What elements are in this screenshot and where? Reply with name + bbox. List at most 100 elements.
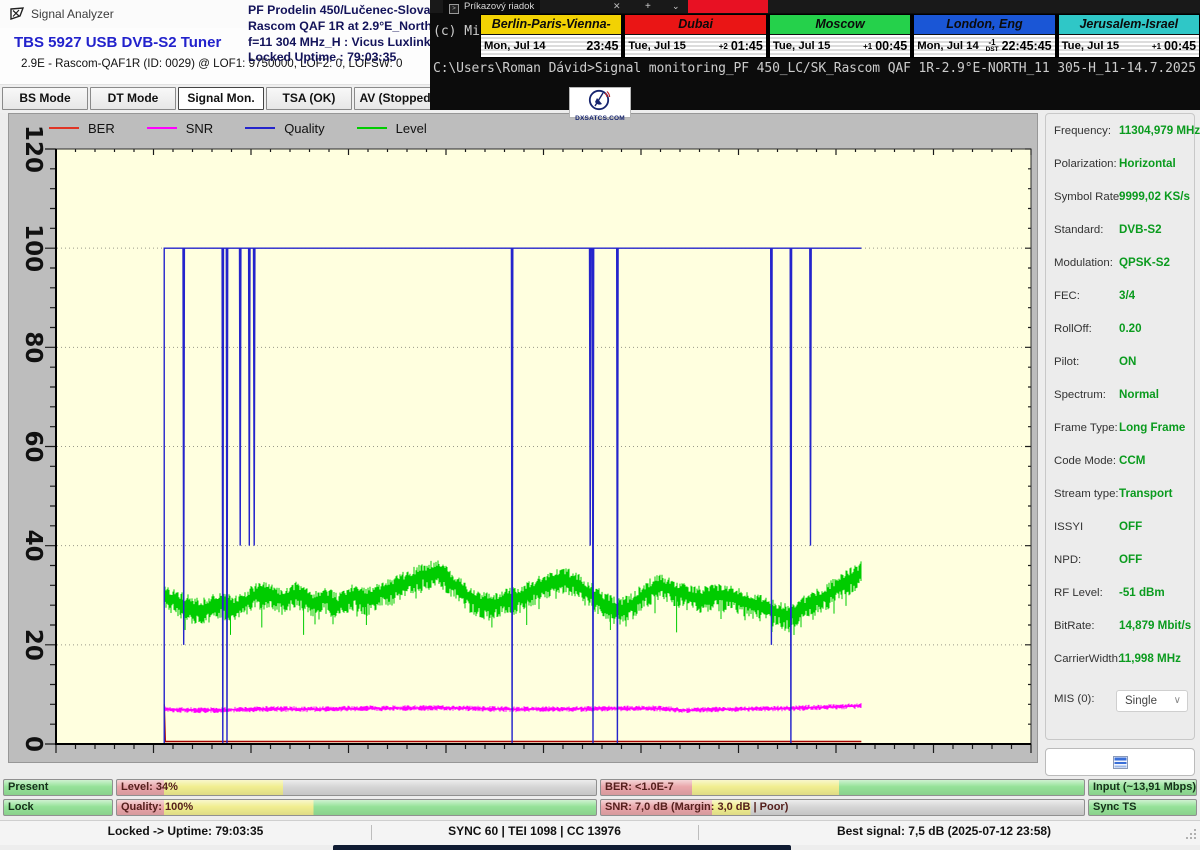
clock-city: Moscow bbox=[770, 15, 910, 35]
mis-dropdown[interactable]: Single∨ bbox=[1116, 690, 1188, 712]
clock-utc-offset: +1 bbox=[863, 43, 872, 50]
clock-city: Jerusalem-Israel bbox=[1059, 15, 1199, 35]
y-axis-tick-label: 40 bbox=[20, 530, 46, 562]
clock-time: 00:45 bbox=[1164, 39, 1196, 53]
terminal-tab[interactable]: > Príkazový riadok bbox=[443, 0, 540, 13]
clock-utc-offset: +1 bbox=[1152, 43, 1161, 50]
antenna-line: Locked Uptime : 79:03:35 bbox=[248, 50, 432, 66]
panel-value: -51 dBm bbox=[1119, 586, 1165, 599]
indicator-ber: BER: <1.0E-7 bbox=[600, 779, 1085, 796]
tab-close-icon[interactable]: ✕ bbox=[613, 0, 621, 13]
dxsatcs-logo: DXSATCS.COM bbox=[569, 87, 631, 118]
tuner-title: TBS 5927 USB DVB-S2 Tuner bbox=[14, 34, 221, 51]
mis-dropdown-value: Single bbox=[1125, 695, 1157, 707]
status-sync: SYNC 60 | TEI 1098 | CC 13976 bbox=[371, 824, 698, 838]
parameter-panel: Frequency:11304,979 MHzPolarization:Hori… bbox=[1045, 113, 1195, 740]
clock-berlin-paris-vienna-roma: Berlin-Paris-Vienna-RomaMon, Jul 1423:45 bbox=[480, 14, 622, 58]
clock-city: Berlin-Paris-Vienna-Roma bbox=[481, 15, 621, 35]
clock-london-eng: London, EngMon, Jul 14-1DST22:45:45 bbox=[913, 14, 1055, 58]
panel-label-standard: Standard: bbox=[1054, 224, 1103, 236]
y-axis-tick-label: 80 bbox=[20, 331, 46, 363]
panel-value: 9999,02 KS/s bbox=[1119, 190, 1190, 203]
clock-dubai: DubaiTue, Jul 15+201:45 bbox=[624, 14, 766, 58]
panel-label-mis-0: MIS (0): bbox=[1054, 693, 1095, 705]
mode-tabstrip: BS ModeDT ModeSignal Mon.TSA (OK)AV (Sto… bbox=[0, 84, 470, 113]
indicator-sync-ts: Sync TS bbox=[1088, 799, 1197, 816]
tab-dropdown-icon[interactable]: ⌄ bbox=[672, 0, 680, 13]
panel-label-carrierwidth: CarrierWidth: bbox=[1054, 653, 1121, 665]
antenna-line: f=11 304 MHz_H : Vicus Luxlink bbox=[248, 35, 432, 51]
stream-info-icon bbox=[1113, 756, 1128, 769]
indicator-bars: PresentLevel: 34%BER: <1.0E-7Input (~13,… bbox=[0, 779, 1200, 819]
panel-value: Horizontal bbox=[1119, 157, 1176, 170]
clock-moscow: MoscowTue, Jul 15+100:45 bbox=[769, 14, 911, 58]
panel-label-fec: FEC: bbox=[1054, 290, 1080, 302]
world-clocks: Berlin-Paris-Vienna-RomaMon, Jul 1423:45… bbox=[480, 14, 1200, 58]
new-tab-icon[interactable]: + bbox=[645, 0, 651, 13]
y-axis-tick-label: 0 bbox=[20, 736, 46, 752]
clock-jerusalem-israel: Jerusalem-IsraelTue, Jul 15+100:45 bbox=[1058, 14, 1200, 58]
tab-bs-mode[interactable]: BS Mode bbox=[2, 87, 88, 110]
panel-label-code-mode: Code Mode: bbox=[1054, 455, 1116, 467]
tab-signal-mon[interactable]: Signal Mon. bbox=[178, 87, 264, 110]
panel-value: DVB-S2 bbox=[1119, 223, 1162, 236]
panel-label-modulation: Modulation: bbox=[1054, 257, 1113, 269]
tab-dt-mode[interactable]: DT Mode bbox=[90, 87, 176, 110]
taskbar-edge[interactable] bbox=[333, 845, 791, 850]
clock-time: 01:45 bbox=[731, 39, 763, 53]
y-axis-tick-label: 60 bbox=[20, 430, 46, 462]
indicator-snr: SNR: 7,0 dB (Margin: 3,0 dB | Poor) bbox=[600, 799, 1085, 816]
panel-label-frequency: Frequency: bbox=[1054, 125, 1111, 137]
terminal-copyright-fragment: (c) Mi bbox=[433, 24, 480, 39]
clock-time: 23:45 bbox=[586, 39, 618, 53]
status-best-signal: Best signal: 7,5 dB (2025-07-12 23:58) bbox=[698, 824, 1190, 838]
logo-text: DXSATCS.COM bbox=[570, 115, 630, 122]
panel-value: 11304,979 MHz bbox=[1119, 124, 1200, 137]
panel-label-bitrate: BitRate: bbox=[1054, 620, 1095, 632]
terminal-tab-title: Príkazový riadok bbox=[464, 1, 534, 12]
resize-grip[interactable] bbox=[1186, 828, 1197, 839]
terminal-tabbar: > Príkazový riadok ✕ + ⌄ bbox=[430, 0, 1200, 13]
panel-value: Normal bbox=[1119, 388, 1159, 401]
panel-value: ON bbox=[1119, 355, 1136, 368]
clock-dst-flag: DST bbox=[986, 46, 999, 53]
panel-value: Transport bbox=[1119, 487, 1172, 500]
panel-value: QPSK-S2 bbox=[1119, 256, 1170, 269]
panel-label-npd: NPD: bbox=[1054, 554, 1081, 566]
clock-body: Tue, Jul 15+100:45 bbox=[770, 35, 910, 57]
stream-info-button[interactable] bbox=[1045, 748, 1195, 776]
panel-value: OFF bbox=[1119, 553, 1142, 566]
panel-label-issyi: ISSYI bbox=[1054, 521, 1083, 533]
indicator-level: Level: 34% bbox=[116, 779, 597, 796]
cmd-icon: > bbox=[449, 4, 459, 14]
panel-value: 11,998 MHz bbox=[1119, 652, 1181, 665]
clock-date: Mon, Jul 14 bbox=[484, 40, 583, 52]
y-axis-tick-label: 100 bbox=[20, 224, 46, 272]
panel-value: OFF bbox=[1119, 520, 1142, 533]
panel-label-symbol-rate: Symbol Rate: bbox=[1054, 191, 1122, 203]
indicator-lock: Lock bbox=[3, 799, 113, 816]
chart-canvas: 020406080100120 bbox=[9, 114, 1037, 762]
panel-value: 3/4 bbox=[1119, 289, 1135, 302]
panel-value: 14,879 Mbit/s bbox=[1119, 619, 1191, 632]
antenna-line: Rascom QAF 1R at 2.9°E_North bbox=[248, 19, 432, 35]
tab-av-stopped[interactable]: AV (Stopped) bbox=[354, 87, 440, 110]
status-uptime: Locked -> Uptime: 79:03:35 bbox=[0, 824, 371, 838]
panel-value: Long Frame bbox=[1119, 421, 1185, 434]
terminal-command-line[interactable]: C:\Users\Roman Dávid>Signal monitoring_P… bbox=[433, 61, 1197, 76]
window-title: Signal Analyzer bbox=[31, 7, 114, 21]
red-window-fragment bbox=[688, 0, 768, 13]
panel-label-spectrum: Spectrum: bbox=[1054, 389, 1106, 401]
antenna-line: PF Prodelin 450/Lučenec-Slovakia bbox=[248, 3, 432, 19]
clock-body: Mon, Jul 14-1DST22:45:45 bbox=[914, 35, 1054, 57]
clock-date: Mon, Jul 14 bbox=[917, 40, 985, 52]
clock-body: Tue, Jul 15+100:45 bbox=[1059, 35, 1199, 57]
clock-utc-offset: -1 bbox=[989, 39, 996, 46]
clock-city: Dubai bbox=[625, 15, 765, 35]
indicator-quality: Quality: 100% bbox=[116, 799, 597, 816]
tab-tsa-ok[interactable]: TSA (OK) bbox=[266, 87, 352, 110]
panel-label-polarization: Polarization: bbox=[1054, 158, 1117, 170]
panel-label-frame-type: Frame Type: bbox=[1054, 422, 1118, 434]
indicator-input-13-91-mbps: Input (~13,91 Mbps) bbox=[1088, 779, 1197, 796]
clock-body: Mon, Jul 1423:45 bbox=[481, 35, 621, 57]
